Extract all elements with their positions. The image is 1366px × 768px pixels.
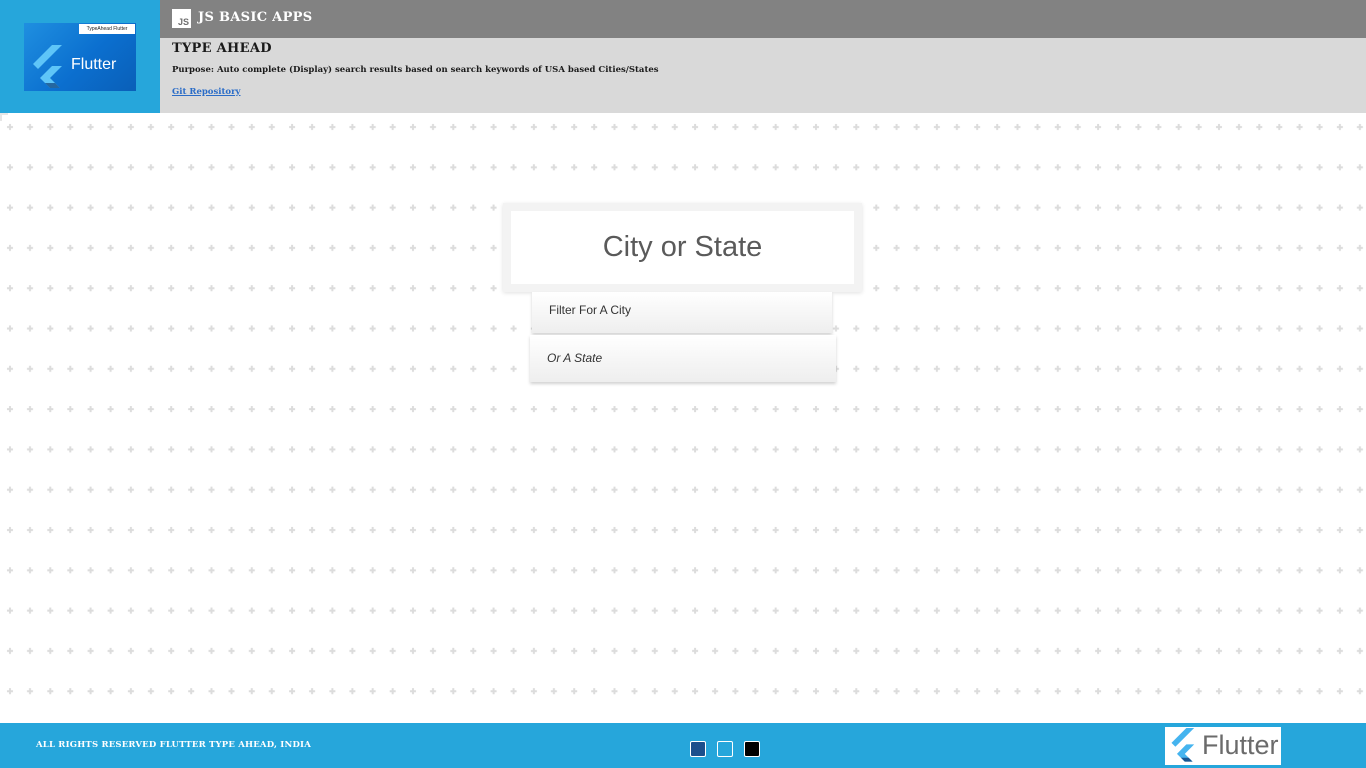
suggestion-item[interactable]: Filter For A City	[532, 292, 832, 333]
theme-swatch-light-blue[interactable]	[717, 741, 733, 757]
js-badge-icon: JS	[172, 9, 191, 28]
copyright-text: ALL RIGHTS RESERVED FLUTTER TYPE AHEAD, …	[36, 740, 311, 750]
footer-logo-word: Flutter	[1202, 730, 1279, 760]
logo-word: Flutter	[71, 56, 117, 73]
flutter-logo-icon	[1171, 728, 1195, 762]
info-bar: TYPE AHEAD Purpose: Auto complete (Displ…	[160, 38, 1366, 113]
theme-swatch-black[interactable]	[744, 741, 760, 757]
git-repository-link[interactable]: Git Repository	[172, 87, 241, 97]
logo-caption: TypeAhead Flutter	[79, 24, 135, 34]
flutter-logo-icon	[33, 45, 62, 88]
header-logo-panel: TypeAhead Flutter Flutter	[0, 0, 160, 113]
footer-flutter-logo: Flutter	[1165, 727, 1281, 765]
suggestion-item[interactable]: Or A State	[530, 335, 836, 382]
app-logo: TypeAhead Flutter Flutter	[24, 23, 136, 91]
main-area: Filter For A City Or A State	[0, 113, 1366, 723]
app-title: JS BASIC APPS	[198, 10, 313, 25]
city-state-search-input[interactable]	[511, 211, 854, 284]
footer: ALL RIGHTS RESERVED FLUTTER TYPE AHEAD, …	[0, 723, 1366, 768]
theme-swatch-dark-blue[interactable]	[690, 741, 706, 757]
purpose-text: Purpose: Auto complete (Display) search …	[172, 65, 659, 75]
title-bar: JS JS BASIC APPS	[160, 0, 1366, 38]
page-title: TYPE AHEAD	[172, 41, 272, 56]
search-card	[503, 203, 862, 292]
